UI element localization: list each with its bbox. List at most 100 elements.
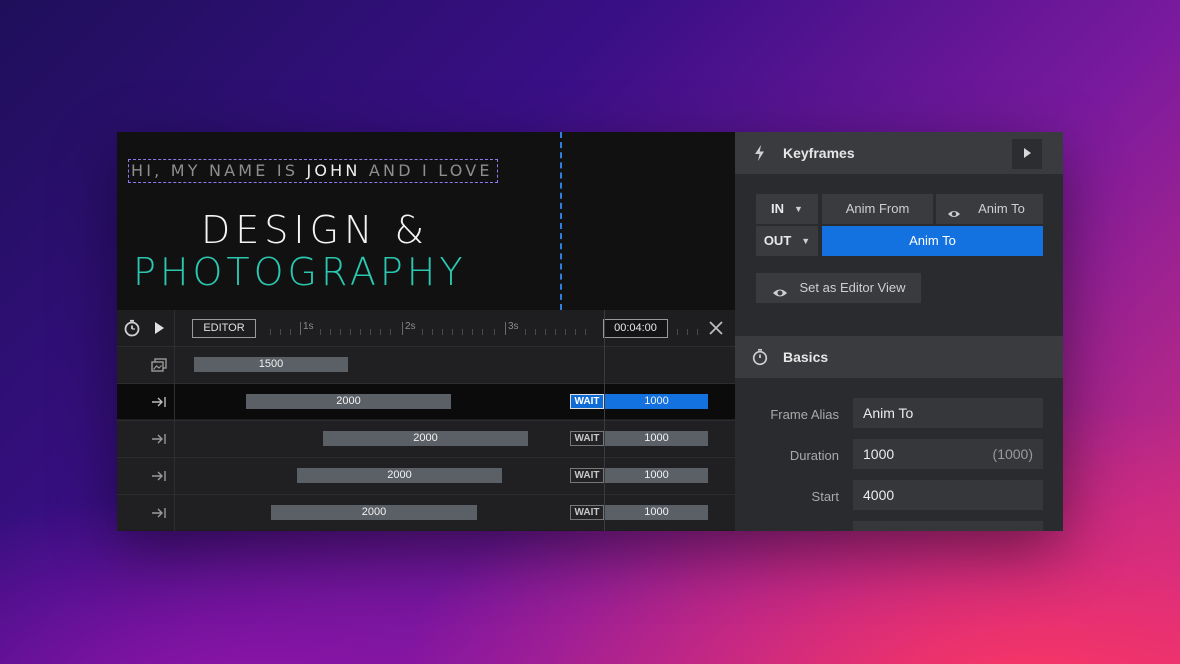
intro-text-pre: HI, MY NAME IS: [131, 161, 307, 180]
ruler-tick: [442, 329, 443, 335]
ruler-tick: [555, 329, 556, 335]
ruler-tick: [545, 329, 546, 335]
timeline-bar[interactable]: 1000: [605, 505, 708, 520]
ruler-tick: [360, 329, 361, 335]
keyframes-title: Keyframes: [783, 145, 855, 161]
headline-design-layer[interactable]: DESIGN &: [201, 208, 429, 252]
anim-to-selected-button[interactable]: Anim To: [822, 226, 1043, 256]
wait-badge[interactable]: WAIT: [570, 468, 604, 483]
timeline-bar[interactable]: 2000: [271, 505, 477, 520]
ruler-tick: [402, 322, 403, 335]
ruler-tick: [535, 329, 536, 335]
center-guide-line: [560, 132, 562, 310]
current-time-display[interactable]: 00:04:00: [603, 319, 668, 338]
ruler-tick: [340, 329, 341, 335]
duration-default: (1000): [992, 446, 1033, 462]
timeline-row-selected[interactable]: 2000 WAIT 1000: [117, 383, 735, 419]
wait-badge[interactable]: WAIT: [570, 431, 604, 446]
ruler-tick: [525, 329, 526, 335]
timeline-row[interactable]: 2000 WAIT 1000: [117, 420, 735, 456]
duration-value: 1000: [863, 446, 895, 462]
ruler-tick: [390, 329, 391, 335]
ruler-tick: [565, 329, 566, 335]
ruler-tick: [472, 329, 473, 335]
ruler-label-2s: 2s: [405, 321, 416, 332]
intro-text-name: JOHN: [306, 161, 361, 180]
anim-to-toggle[interactable]: Anim To: [936, 194, 1043, 224]
intro-text-post: AND I LOVE: [360, 161, 493, 180]
ruler-tick: [320, 329, 321, 335]
timeline-row[interactable]: 2000 WAIT 1000: [117, 494, 735, 530]
ruler-tick: [280, 329, 281, 335]
start-label: Start: [811, 489, 839, 504]
frame-alias-value: Anim To: [863, 405, 914, 421]
ruler-tick: [290, 329, 291, 335]
ruler-tick: [575, 329, 576, 335]
close-icon[interactable]: [708, 320, 724, 336]
ruler-tick: [270, 329, 271, 335]
ruler-tick: [350, 329, 351, 335]
ruler-tick: [505, 322, 506, 335]
timeline-row[interactable]: 2000 WAIT 1000: [117, 457, 735, 493]
headline-photography-layer[interactable]: PHOTOGRAPHY: [133, 250, 467, 294]
ruler-tick: [370, 329, 371, 335]
timeline-bar[interactable]: 2000: [323, 431, 528, 446]
slider-editor-window: HI, MY NAME IS JOHN AND I LOVE DESIGN & …: [117, 132, 1063, 531]
ruler-tick: [585, 329, 586, 335]
ruler-tick: [687, 329, 688, 335]
timeline-panel: EDITOR 1s 2s 3s 00:04:00 1500 2000 WAIT …: [117, 310, 735, 531]
ruler-tick: [494, 329, 495, 335]
ruler-tick: [432, 329, 433, 335]
keyframes-header: Keyframes: [735, 132, 1063, 174]
chevron-down-icon: ▼: [794, 204, 803, 214]
basics-header: Basics: [735, 336, 1063, 378]
timeline-gutter: [117, 310, 175, 531]
intro-text-layer[interactable]: HI, MY NAME IS JOHN AND I LOVE: [128, 159, 498, 183]
chevron-down-icon: ▼: [801, 236, 811, 246]
basics-title: Basics: [783, 349, 829, 365]
ruler-tick: [452, 329, 453, 335]
anim-from-button[interactable]: Anim From: [822, 194, 933, 224]
timeline-row[interactable]: 1500: [117, 346, 735, 382]
ruler-tick: [482, 329, 483, 335]
ruler-tick: [300, 322, 301, 335]
lightning-icon: [751, 144, 769, 162]
in-label: IN: [771, 201, 785, 216]
ruler-tick: [380, 329, 381, 335]
start-field[interactable]: 4000: [853, 480, 1043, 510]
ruler-tick: [330, 329, 331, 335]
frame-alias-field[interactable]: Anim To: [853, 398, 1043, 428]
ruler-tick: [422, 329, 423, 335]
set-editor-view-label: Set as Editor View: [799, 280, 906, 295]
timeline-bar[interactable]: 1500: [194, 357, 348, 372]
next-field-partial[interactable]: [853, 521, 1043, 531]
out-dropdown[interactable]: OUT ▼: [756, 226, 818, 256]
timeline-bar-selected[interactable]: 1000: [605, 394, 708, 409]
wait-badge[interactable]: WAIT: [570, 394, 604, 409]
start-value: 4000: [863, 487, 895, 503]
in-dropdown[interactable]: IN ▼: [756, 194, 818, 224]
timer-icon: [751, 348, 769, 366]
set-editor-view-button[interactable]: Set as Editor View: [756, 273, 921, 303]
timeline-header: EDITOR 1s 2s 3s 00:04:00: [117, 310, 735, 346]
timeline-bar[interactable]: 1000: [605, 468, 708, 483]
timeline-bar[interactable]: 1000: [605, 431, 708, 446]
eye-icon: [947, 202, 961, 217]
timeline-bar[interactable]: 2000: [297, 468, 502, 483]
play-icon: [1021, 147, 1033, 161]
ruler-label-1s: 1s: [303, 321, 314, 332]
ruler-tick: [462, 329, 463, 335]
wait-badge[interactable]: WAIT: [570, 505, 604, 520]
ruler-tick: [677, 329, 678, 335]
duration-label: Duration: [789, 448, 839, 463]
duration-field[interactable]: 1000 (1000): [853, 439, 1043, 469]
stage-canvas[interactable]: HI, MY NAME IS JOHN AND I LOVE DESIGN & …: [117, 132, 735, 310]
play-keyframes-button[interactable]: [1012, 139, 1042, 169]
ruler-label-3s: 3s: [508, 321, 519, 332]
playhead-line[interactable]: [604, 310, 605, 531]
anim-to-label: Anim To: [978, 201, 1025, 216]
timeline-bar[interactable]: 2000: [246, 394, 451, 409]
frame-alias-label: Frame Alias: [770, 407, 839, 422]
editor-button[interactable]: EDITOR: [192, 319, 256, 338]
ruler-tick: [697, 329, 698, 335]
